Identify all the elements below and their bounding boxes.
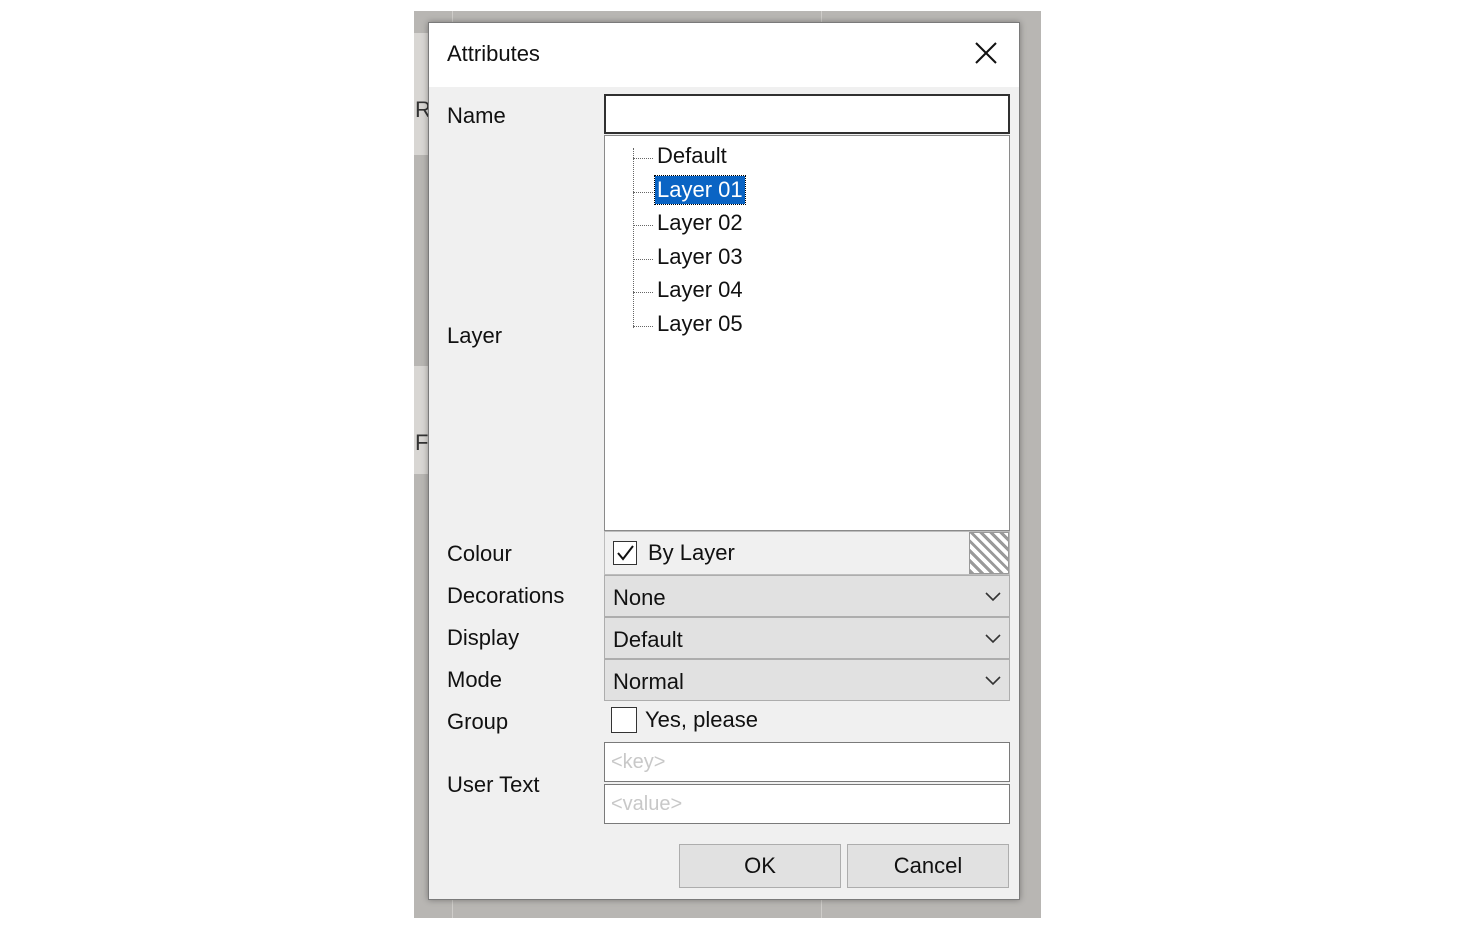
dialog-titlebar: Attributes xyxy=(429,23,1019,87)
display-label: Display xyxy=(447,625,520,650)
colour-by-layer-label: By Layer xyxy=(648,540,735,565)
colour-swatch-button[interactable] xyxy=(969,532,1009,574)
user-text-label: User Text xyxy=(447,772,540,797)
tree-connector xyxy=(633,259,653,260)
decorations-label: Decorations xyxy=(447,583,565,608)
tree-item-label: Layer 03 xyxy=(657,244,743,269)
close-icon xyxy=(975,42,997,64)
group-label: Group xyxy=(447,709,509,734)
tree-item-label: Default xyxy=(657,143,727,168)
attributes-dialog: Attributes Name Layer Default Layer 01 L… xyxy=(428,22,1020,900)
tree-connector xyxy=(633,158,653,159)
tree-item-label: Layer 01 xyxy=(654,175,746,205)
user-text-key-input[interactable]: <key> xyxy=(604,742,1010,782)
dialog-title: Attributes xyxy=(447,41,540,66)
chevron-down-icon xyxy=(985,592,1001,602)
layer-label: Layer xyxy=(447,323,503,348)
name-input[interactable] xyxy=(604,94,1010,134)
tree-connector xyxy=(633,225,653,226)
tree-item-label: Layer 05 xyxy=(657,311,743,336)
tree-connector xyxy=(633,192,653,193)
group-option-label: Yes, please xyxy=(645,707,758,732)
tree-item-label: Layer 04 xyxy=(657,277,743,302)
layer-tree[interactable]: Default Layer 01 Layer 02 Layer 03 Layer… xyxy=(604,135,1010,531)
background-tab-letter: F xyxy=(415,430,429,455)
decorations-value: None xyxy=(613,585,666,610)
colour-row: By Layer xyxy=(604,531,1010,575)
ok-button[interactable]: OK xyxy=(679,844,841,888)
display-select[interactable]: Default xyxy=(604,617,1010,659)
tree-item-label: Layer 02 xyxy=(657,210,743,235)
checkmark-icon xyxy=(617,545,634,561)
group-checkbox[interactable] xyxy=(611,707,637,733)
decorations-select[interactable]: None xyxy=(604,575,1010,617)
name-label: Name xyxy=(447,103,506,128)
tree-connector-line xyxy=(633,148,634,328)
chevron-down-icon xyxy=(985,676,1001,686)
tree-connector xyxy=(633,292,653,293)
user-text-value-input[interactable]: <value> xyxy=(604,784,1010,824)
colour-label: Colour xyxy=(447,541,512,566)
tree-connector xyxy=(633,326,653,327)
chevron-down-icon xyxy=(985,634,1001,644)
display-value: Default xyxy=(613,627,683,652)
mode-label: Mode xyxy=(447,667,503,692)
cancel-button[interactable]: Cancel xyxy=(847,844,1009,888)
mode-select[interactable]: Normal xyxy=(604,659,1010,701)
colour-by-layer-checkbox[interactable] xyxy=(613,541,637,565)
mode-value: Normal xyxy=(613,669,684,694)
close-button[interactable] xyxy=(965,35,1007,73)
